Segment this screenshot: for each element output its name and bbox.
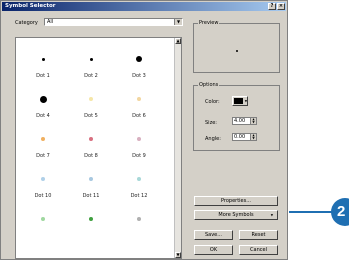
close-button[interactable]: × — [277, 3, 285, 10]
dot-symbol-icon — [89, 217, 93, 221]
dot-symbol-icon — [89, 57, 93, 61]
symbol-cell[interactable]: Dot 7 — [23, 131, 63, 167]
dot-symbol-icon — [41, 137, 45, 141]
more-symbols-button[interactable]: More Symbols ▼ — [194, 210, 278, 220]
symbol-cell[interactable]: Dot 11 — [71, 171, 111, 207]
size-value: 4.00 — [234, 118, 246, 124]
angle-spinner[interactable]: 0.00 ▲ ▼ — [232, 133, 257, 141]
symbol-cell[interactable]: Dot 9 — [119, 131, 159, 167]
category-label: Category — [15, 20, 38, 26]
dot-symbol-icon — [89, 97, 93, 101]
vertical-scrollbar[interactable]: ▲ ▼ — [174, 38, 181, 258]
symbol-cell[interactable]: Dot 2 — [71, 51, 111, 87]
dot-symbol-icon — [137, 217, 141, 221]
angle-label: Angle: — [205, 136, 221, 142]
symbol-name: Dot 6 — [132, 113, 146, 119]
symbol-name: Dot 10 — [34, 193, 52, 199]
preview-group: Preview — [193, 20, 280, 73]
symbol-cell[interactable] — [119, 211, 159, 247]
symbol-cell[interactable]: Dot 12 — [119, 171, 159, 207]
symbol-cell[interactable]: Dot 4 — [23, 91, 63, 127]
symbol-name: Dot 8 — [84, 153, 98, 159]
symbol-name: Dot 7 — [36, 153, 50, 159]
dot-symbol-icon — [41, 57, 45, 61]
symbol-cell[interactable]: Dot 8 — [71, 131, 111, 167]
ok-button[interactable]: OK — [194, 245, 233, 255]
spin-arrows-icon[interactable]: ▲ ▼ — [250, 118, 256, 124]
scroll-up-icon[interactable]: ▲ — [175, 38, 181, 44]
category-value: All — [47, 19, 54, 25]
window-title: Symbol Selector — [5, 3, 56, 9]
spin-arrows-icon[interactable]: ▲ ▼ — [250, 134, 256, 140]
size-label: Size: — [205, 120, 217, 126]
dot-symbol-icon — [39, 95, 47, 103]
scroll-down-icon[interactable]: ▼ — [175, 252, 181, 258]
symbol-list[interactable]: Dot 1 Dot 2 Dot 3 Dot 4 Dot 5 Dot 6 Dot 7 Dot 8… — [15, 37, 182, 259]
save-button[interactable]: Save... — [194, 230, 233, 240]
symbol-name: Dot 11 — [82, 193, 100, 199]
dot-symbol-icon — [137, 177, 141, 181]
chevron-down-icon: ▼ — [244, 99, 247, 103]
dot-symbol-icon — [137, 97, 141, 101]
options-title: Options — [198, 82, 220, 88]
more-symbols-label: More Symbols — [218, 212, 254, 218]
symbol-name: Dot 1 — [36, 73, 50, 79]
callout-line — [289, 211, 333, 213]
symbol-name: Dot 12 — [130, 193, 148, 199]
chevron-down-icon[interactable]: ▼ — [174, 19, 182, 25]
symbol-name: Dot 4 — [36, 113, 50, 119]
symbol-cell[interactable]: Dot 3 — [119, 51, 159, 87]
angle-value: 0.00 — [234, 134, 246, 140]
dot-symbol-icon — [136, 56, 142, 62]
symbol-name: Dot 9 — [132, 153, 146, 159]
symbol-name: Dot 2 — [84, 73, 98, 79]
symbol-cell[interactable] — [23, 211, 63, 247]
symbol-selector-dialog: Symbol Selector ? × Category All ▼ Dot 1… — [0, 0, 288, 260]
symbol-cell[interactable]: Dot 1 — [23, 51, 63, 87]
dot-symbol-icon — [137, 137, 141, 141]
dot-symbol-icon — [89, 137, 93, 141]
preview-symbol — [236, 50, 238, 52]
title-bar: Symbol Selector ? × — [2, 2, 286, 11]
size-spinner[interactable]: 4.00 ▲ ▼ — [232, 117, 257, 125]
preview-title: Preview — [198, 20, 220, 26]
category-dropdown[interactable]: All ▼ — [44, 18, 183, 26]
symbol-name: Dot 3 — [132, 73, 146, 79]
symbol-cell[interactable]: Dot 6 — [119, 91, 159, 127]
step-callout: 2 — [331, 198, 349, 226]
properties-button[interactable]: Properties... — [194, 196, 278, 206]
color-picker-button[interactable]: ▼ — [232, 96, 248, 106]
symbol-cell[interactable]: Dot 5 — [71, 91, 111, 127]
options-group: Options Color: ▼ Size: 4.00 ▲ ▼ Angle: 0.… — [193, 82, 280, 151]
color-label: Color: — [205, 99, 220, 105]
dot-symbol-icon — [41, 217, 45, 221]
symbol-cell[interactable]: Dot 10 — [23, 171, 63, 207]
symbol-cell[interactable] — [71, 211, 111, 247]
help-button[interactable]: ? — [268, 3, 276, 10]
dot-symbol-icon — [41, 177, 45, 181]
symbol-name: Dot 5 — [84, 113, 98, 119]
color-swatch — [234, 98, 243, 104]
dot-symbol-icon — [89, 177, 93, 181]
reset-button[interactable]: Reset — [239, 230, 278, 240]
cancel-button[interactable]: Cancel — [239, 245, 278, 255]
chevron-down-icon: ▼ — [270, 213, 273, 217]
